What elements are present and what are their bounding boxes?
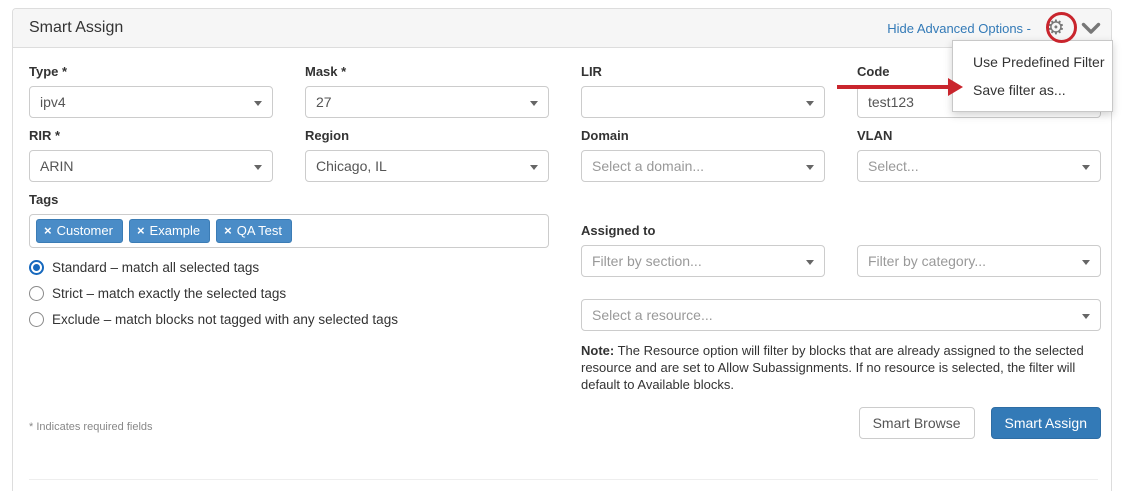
chevron-down-icon[interactable] bbox=[1081, 22, 1101, 35]
select-resource-select[interactable]: Select a resource... bbox=[581, 299, 1101, 331]
caret-down-icon bbox=[254, 101, 262, 106]
vlan-field: VLAN Select... bbox=[857, 128, 1101, 182]
caret-down-icon bbox=[1082, 260, 1090, 265]
tags-input[interactable]: × Customer × Example × QA Test bbox=[29, 214, 549, 248]
mask-select[interactable]: 27 bbox=[305, 86, 549, 118]
gear-dropdown-menu: Use Predefined Filter Save filter as... bbox=[952, 40, 1113, 112]
tag-chip-label: Example bbox=[150, 223, 201, 238]
radio-button-icon[interactable] bbox=[29, 312, 44, 327]
type-label: Type * bbox=[29, 64, 273, 79]
filter-by-section-select[interactable]: Filter by section... bbox=[581, 245, 825, 277]
vlan-select[interactable]: Select... bbox=[857, 150, 1101, 182]
smart-browse-button[interactable]: Smart Browse bbox=[859, 407, 975, 439]
smart-assign-screen: Smart Assign Hide Advanced Options - ⚙︎ … bbox=[0, 0, 1127, 491]
radio-button-icon[interactable] bbox=[29, 286, 44, 301]
header-controls: Hide Advanced Options - ⚙︎ bbox=[887, 18, 1101, 38]
required-fields-hint: * Indicates required fields bbox=[29, 421, 549, 433]
caret-down-icon bbox=[806, 101, 814, 106]
caret-down-icon bbox=[530, 165, 538, 170]
tag-chip-label: Customer bbox=[57, 223, 113, 238]
domain-field: Domain Select a domain... bbox=[581, 128, 825, 182]
panel-footer-divider bbox=[29, 479, 1098, 480]
gear-icon[interactable]: ⚙︎ bbox=[1043, 18, 1069, 38]
rir-select[interactable]: ARIN bbox=[29, 150, 273, 182]
radio-exclude[interactable]: Exclude – match blocks not tagged with a… bbox=[29, 312, 549, 327]
caret-down-icon bbox=[1082, 165, 1090, 170]
radio-strict[interactable]: Strict – match exactly the selected tags bbox=[29, 286, 549, 301]
mask-field: Mask * 27 bbox=[305, 64, 549, 118]
caret-down-icon bbox=[806, 165, 814, 170]
region-label: Region bbox=[305, 128, 549, 143]
caret-down-icon bbox=[530, 101, 538, 106]
radio-button-icon[interactable] bbox=[29, 260, 44, 275]
caret-down-icon bbox=[254, 165, 262, 170]
caret-down-icon bbox=[806, 260, 814, 265]
form-left-column: Type * ipv4 Mask * 27 bbox=[29, 64, 549, 439]
domain-label: Domain bbox=[581, 128, 825, 143]
form-right-column: LIR Code Domain bbox=[581, 64, 1101, 439]
menu-item-save-filter-as[interactable]: Save filter as... bbox=[953, 76, 1112, 104]
tag-chip-label: QA Test bbox=[237, 223, 282, 238]
panel-body: Type * ipv4 Mask * 27 bbox=[13, 48, 1111, 455]
tags-label: Tags bbox=[29, 192, 549, 207]
smart-assign-button[interactable]: Smart Assign bbox=[991, 407, 1101, 439]
resource-note: Note: The Resource option will filter by… bbox=[581, 342, 1101, 393]
rir-label: RIR * bbox=[29, 128, 273, 143]
caret-down-icon bbox=[1082, 314, 1090, 319]
smart-assign-panel: Smart Assign Hide Advanced Options - ⚙︎ … bbox=[12, 8, 1112, 491]
lir-select[interactable] bbox=[581, 86, 825, 118]
menu-item-use-predefined-filter[interactable]: Use Predefined Filter bbox=[953, 48, 1112, 76]
remove-tag-icon[interactable]: × bbox=[224, 223, 232, 238]
type-field: Type * ipv4 bbox=[29, 64, 273, 118]
region-select[interactable]: Chicago, IL bbox=[305, 150, 549, 182]
assigned-to-label: Assigned to bbox=[581, 223, 1101, 238]
region-field: Region Chicago, IL bbox=[305, 128, 549, 182]
tags-field: Tags × Customer × Example × bbox=[29, 192, 549, 248]
page-title: Smart Assign bbox=[29, 19, 123, 37]
rir-field: RIR * ARIN bbox=[29, 128, 273, 182]
vlan-label: VLAN bbox=[857, 128, 1101, 143]
panel-header: Smart Assign Hide Advanced Options - ⚙︎ bbox=[13, 9, 1111, 48]
assigned-to-section: Assigned to Filter by section... Fil bbox=[581, 223, 1101, 331]
tag-chip[interactable]: × Example bbox=[129, 219, 210, 243]
tag-match-mode-group: Standard – match all selected tags Stric… bbox=[29, 260, 549, 327]
action-buttons: Smart Browse Smart Assign bbox=[581, 407, 1101, 439]
filter-by-category-select[interactable]: Filter by category... bbox=[857, 245, 1101, 277]
mask-label: Mask * bbox=[305, 64, 549, 79]
domain-select[interactable]: Select a domain... bbox=[581, 150, 825, 182]
radio-standard[interactable]: Standard – match all selected tags bbox=[29, 260, 549, 275]
lir-label: LIR bbox=[581, 64, 825, 79]
tag-chip[interactable]: × Customer bbox=[36, 219, 123, 243]
remove-tag-icon[interactable]: × bbox=[137, 223, 145, 238]
hide-advanced-options-link[interactable]: Hide Advanced Options - bbox=[887, 21, 1031, 36]
type-select[interactable]: ipv4 bbox=[29, 86, 273, 118]
remove-tag-icon[interactable]: × bbox=[44, 223, 52, 238]
lir-field: LIR bbox=[581, 64, 825, 118]
tag-chip[interactable]: × QA Test bbox=[216, 219, 292, 243]
